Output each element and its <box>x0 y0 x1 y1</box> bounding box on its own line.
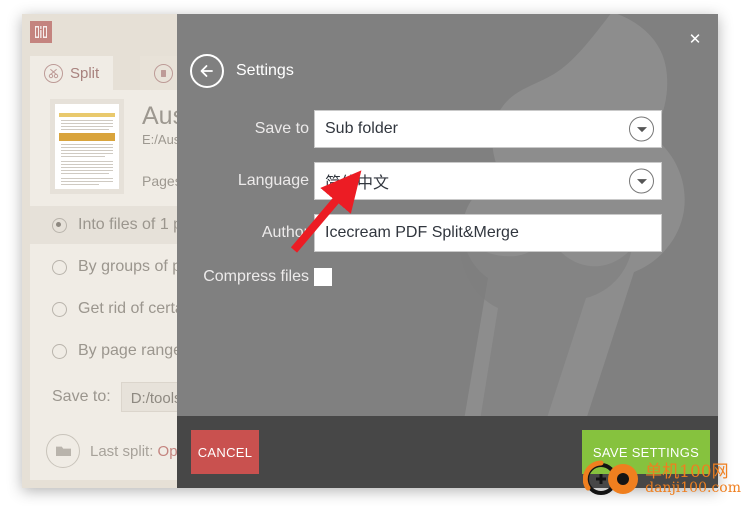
cancel-button[interactable]: CANCEL <box>191 430 259 474</box>
author-value: Icecream PDF Split&Merge <box>325 224 519 241</box>
save-to-dropdown[interactable]: Sub folder <box>314 110 662 148</box>
document-thumbnail[interactable] <box>50 98 124 194</box>
settings-dialog: ✕ Settings Save to Sub folder Language 简… <box>177 14 718 488</box>
watermark-logo-icon <box>582 457 641 502</box>
tab-split-label: Split <box>70 64 100 82</box>
chevron-down-icon[interactable] <box>629 116 654 142</box>
language-value: 简体中文 <box>325 173 390 192</box>
field-row-language: Language 简体中文 <box>177 162 718 214</box>
compress-files-checkbox[interactable] <box>314 268 332 286</box>
app-logo-icon <box>30 21 52 43</box>
scissors-icon <box>44 63 63 83</box>
save-to-value: Sub folder <box>325 120 398 137</box>
field-row-author: Author Icecream PDF Split&Merge <box>177 214 718 266</box>
language-dropdown[interactable]: 简体中文 <box>314 162 662 200</box>
watermark-en: danji100.com <box>645 480 741 496</box>
screenshot-root: Split Me <box>0 0 743 506</box>
tab-split[interactable]: Split <box>30 56 114 90</box>
author-input[interactable]: Icecream PDF Split&Merge <box>314 214 662 252</box>
last-split-prefix: Last split: <box>90 442 154 460</box>
author-field-label: Author <box>261 224 309 241</box>
site-watermark: 单机100网 danji100.com <box>582 457 741 502</box>
language-field-label: Language <box>237 172 309 189</box>
watermark-text: 单机100网 danji100.com <box>645 462 741 496</box>
watermark-cn: 单机100网 <box>645 462 729 482</box>
save-to-label: Save to: <box>52 388 111 405</box>
field-row-compress: Compress files <box>177 266 718 306</box>
settings-form: Save to Sub folder Language 简体中文 Author … <box>177 110 718 306</box>
folder-icon[interactable] <box>46 434 80 468</box>
dialog-title: Settings <box>236 62 294 79</box>
radio-by-groups[interactable] <box>52 259 67 275</box>
split-option-label: By page ranges <box>78 342 191 359</box>
dialog-header: Settings <box>190 54 294 88</box>
chevron-down-icon[interactable] <box>629 168 654 194</box>
merge-icon <box>154 63 173 83</box>
field-row-save-to: Save to Sub folder <box>177 110 718 162</box>
radio-get-rid[interactable] <box>52 301 67 317</box>
close-icon[interactable]: ✕ <box>684 28 706 50</box>
radio-page-ranges[interactable] <box>52 343 67 359</box>
radio-into-files[interactable] <box>52 217 67 233</box>
back-arrow-icon[interactable] <box>190 54 224 88</box>
compress-files-label: Compress files <box>203 268 309 285</box>
save-to-field-label: Save to <box>254 120 309 137</box>
